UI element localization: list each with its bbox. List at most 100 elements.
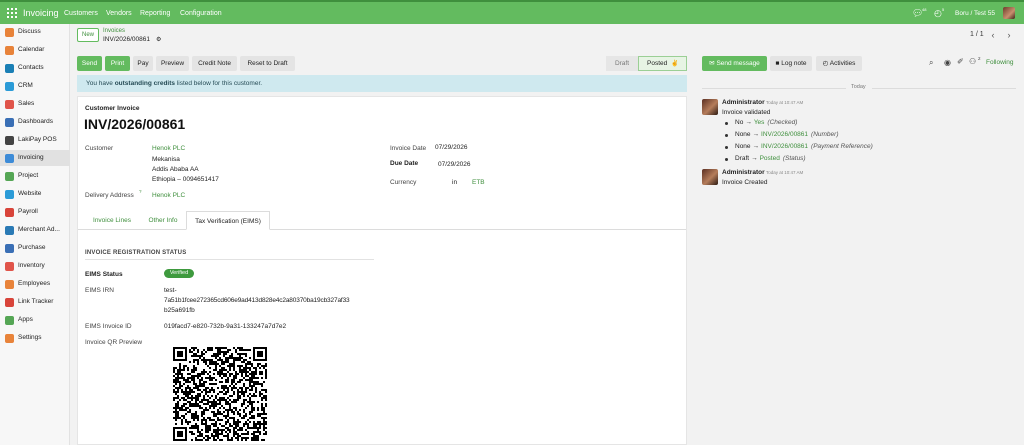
sidebar-item-website[interactable]: Website: [0, 186, 70, 202]
sidebar-item-discuss[interactable]: Discuss: [0, 24, 70, 40]
currency-label: Currency: [390, 179, 417, 186]
sidebar-item-link-tracker[interactable]: Link Tracker: [0, 294, 70, 310]
avatar[interactable]: [702, 169, 718, 185]
contacts-app-icon: [5, 64, 14, 73]
sidebar-item-label: Website: [18, 190, 42, 197]
sidebar-item-project[interactable]: Project: [0, 168, 70, 184]
sidebar-item-payroll[interactable]: Payroll: [0, 204, 70, 220]
bullet-icon: [725, 158, 728, 161]
sidebar-item-employees[interactable]: Employees: [0, 276, 70, 292]
tracking-row: None → INV/2026/00861 (Number): [735, 131, 838, 138]
message-body: Invoice validated: [722, 109, 771, 116]
sidebar-item-settings[interactable]: Settings: [0, 330, 70, 346]
tab-tax-verification[interactable]: Tax Verification (EIMS): [186, 211, 270, 230]
payroll-app-icon: [5, 208, 14, 217]
reset-to-draft-button[interactable]: Reset to Draft: [240, 56, 295, 71]
merchant-ad-app-icon: [5, 226, 14, 235]
paperclip-icon[interactable]: ✐: [957, 57, 964, 66]
invoice-type-label: Customer Invoice: [85, 105, 140, 112]
dashboards-app-icon: [5, 118, 14, 127]
currency-value[interactable]: ETB: [472, 179, 485, 186]
pager-value[interactable]: 1 / 1: [970, 31, 984, 38]
send-message-button[interactable]: ✉ Send message: [702, 56, 767, 71]
followers-icon[interactable]: ⚇: [969, 57, 976, 66]
gear-icon[interactable]: ⚙: [156, 36, 161, 43]
log-note-label: Log note: [781, 60, 807, 67]
eims-invoice-id-label: EIMS Invoice ID: [85, 323, 132, 330]
new-button[interactable]: New: [77, 28, 99, 42]
help-icon[interactable]: ?: [139, 189, 142, 194]
settings-app-icon: [5, 334, 14, 343]
tab-invoice-lines[interactable]: Invoice Lines: [86, 211, 138, 230]
website-app-icon: [5, 190, 14, 199]
bullet-icon: [725, 134, 728, 137]
message-author[interactable]: Administrator: [722, 169, 765, 176]
sidebar-item-label: Sales: [18, 100, 35, 107]
tracking-row: None → INV/2026/00861 (Payment Reference): [735, 143, 873, 150]
sidebar-item-inventory[interactable]: Inventory: [0, 258, 70, 274]
preview-button[interactable]: Preview: [156, 56, 189, 71]
bullet-icon: [725, 146, 728, 149]
tracking-field: (Payment Reference): [811, 143, 873, 150]
following-button[interactable]: Following: [986, 59, 1013, 66]
menu-reporting[interactable]: Reporting: [140, 10, 170, 17]
eye-icon[interactable]: ◉: [944, 58, 951, 67]
status-badge: Verified: [164, 269, 194, 278]
breadcrumb-parent[interactable]: Invoices: [103, 28, 125, 34]
activities-button[interactable]: ◴ Activities: [816, 56, 862, 71]
thumbs-icon: ✌: [671, 61, 679, 67]
eims-irn-line-1: test-: [164, 287, 177, 294]
tracking-old: No: [735, 119, 744, 126]
status-posted[interactable]: Posted ✌: [638, 56, 687, 71]
send-button[interactable]: Send: [77, 56, 102, 71]
delivery-address-value[interactable]: Henok PLC: [152, 192, 185, 199]
crm-app-icon: [5, 82, 14, 91]
search-icon[interactable]: ⌕: [929, 58, 933, 68]
sidebar-item-merchant-ad[interactable]: Merchant Ad...: [0, 222, 70, 238]
sidebar-item-contacts[interactable]: Contacts: [0, 60, 70, 76]
sidebar-item-label: Merchant Ad...: [18, 226, 60, 233]
sidebar-item-crm[interactable]: CRM: [0, 78, 70, 94]
chevron-right-icon[interactable]: ›: [1003, 29, 1015, 41]
sidebar-item-sales[interactable]: Sales: [0, 96, 70, 112]
sidebar-item-calendar[interactable]: Calendar: [0, 42, 70, 58]
user-company-label[interactable]: Boru / Test 55: [955, 10, 995, 17]
alert-bold[interactable]: outstanding credits: [115, 80, 175, 87]
app-menu-icon[interactable]: [7, 8, 17, 18]
due-date-value[interactable]: 07/29/2026: [438, 161, 471, 168]
eims-irn-label: EIMS IRN: [85, 287, 114, 294]
message-time: Today at 10:47 AM: [766, 170, 804, 175]
sidebar-item-apps[interactable]: Apps: [0, 312, 70, 328]
message-author[interactable]: Administrator: [722, 99, 765, 106]
sidebar-item-dashboards[interactable]: Dashboards: [0, 114, 70, 130]
app-name[interactable]: Invoicing: [23, 8, 59, 18]
tracking-row: Draft → Posted (Status): [735, 155, 806, 162]
menu-vendors[interactable]: Vendors: [106, 10, 132, 17]
pay-button[interactable]: Pay: [133, 56, 153, 71]
eims-invoice-id-value: 019facd7-e820-732b-9a31-133247a7d7e2: [164, 323, 287, 330]
customer-name[interactable]: Henok PLC: [152, 145, 185, 152]
discuss-app-icon: [5, 28, 14, 37]
tab-other-info[interactable]: Other Info: [141, 211, 185, 230]
customer-address-2: Addis Ababa AA: [152, 166, 199, 173]
sidebar-item-invoicing[interactable]: Invoicing: [0, 150, 70, 166]
invoice-date-value[interactable]: 07/29/2026: [435, 144, 468, 151]
status-draft[interactable]: Draft: [606, 56, 638, 71]
clock-icon[interactable]: ◴: [934, 8, 942, 19]
eims-status-label: EIMS Status: [85, 271, 123, 278]
menu-configuration[interactable]: Configuration: [180, 10, 222, 17]
sidebar-item-purchase[interactable]: Purchase: [0, 240, 70, 256]
customer-address-3: Ethiopia – 0094651417: [152, 176, 219, 183]
log-note-button[interactable]: ■ Log note: [770, 56, 812, 71]
tracking-old: Draft: [735, 155, 750, 162]
arrow-right-icon: →: [745, 119, 752, 126]
print-button[interactable]: Print: [105, 56, 130, 71]
menu-customers[interactable]: Customers: [64, 10, 98, 17]
sidebar-item-lakipay-pos[interactable]: LakiPay POS: [0, 132, 70, 148]
chevron-left-icon[interactable]: ‹: [987, 29, 999, 41]
user-avatar[interactable]: [1003, 7, 1015, 19]
avatar[interactable]: [702, 99, 718, 115]
followers-count: 2: [978, 56, 981, 61]
credit-note-button[interactable]: Credit Note: [192, 56, 237, 71]
section-title: INVOICE REGISTRATION STATUS: [85, 250, 187, 256]
